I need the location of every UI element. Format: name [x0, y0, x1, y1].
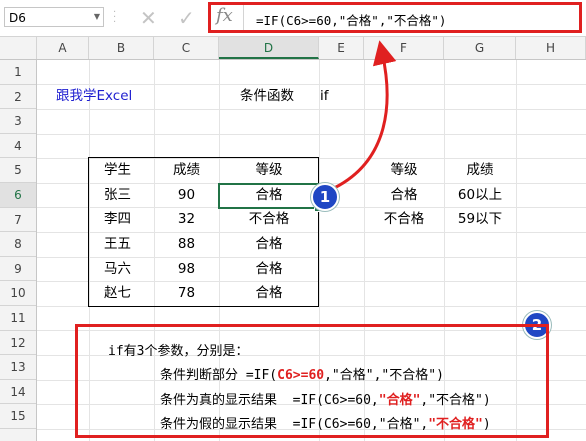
note-line-4: 条件为假的显示结果 =IF(C6>=60,"合格","不合格"): [160, 417, 491, 432]
note-line-2: 条件判断部分 =IF(C6>=60,"合格","不合格"): [160, 368, 444, 383]
note-line-3: 条件为真的显示结果 =IF(C6>=60,"合格","不合格"): [160, 393, 491, 408]
annotation-badge-1: 1: [311, 183, 339, 211]
note-line-1: if有3个参数，分别是：: [108, 344, 249, 359]
